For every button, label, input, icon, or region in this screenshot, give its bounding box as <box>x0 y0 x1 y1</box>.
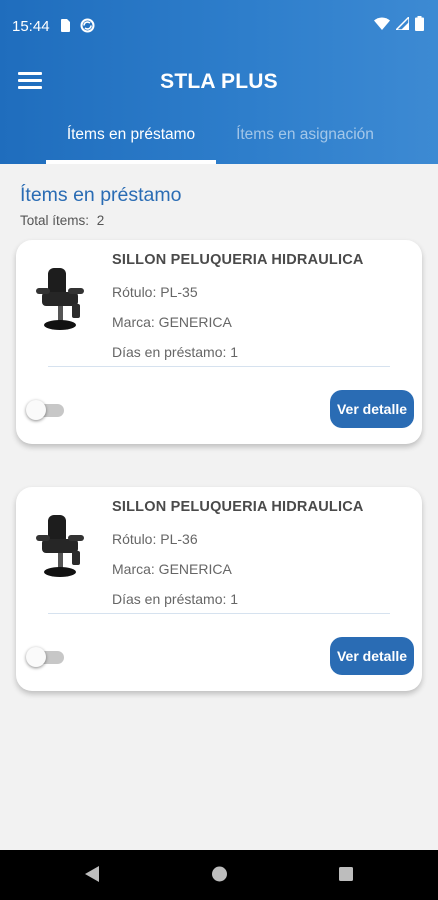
recents-icon[interactable] <box>338 865 354 883</box>
ver-detalle-button[interactable]: Ver detalle <box>330 637 414 675</box>
sim-card-icon <box>61 19 70 32</box>
ver-detalle-button[interactable]: Ver detalle <box>330 390 414 428</box>
tab-bar: Ítems en préstamo Ítems en asignación <box>0 118 438 164</box>
app-header: 15:44 STLA PLUS Ítems en préstamo Ítems … <box>0 0 438 164</box>
item-dias-prestamo: Días en préstamo: 1 <box>112 344 239 360</box>
total-items: Total ítems: 2 <box>20 213 104 228</box>
battery-icon <box>415 16 424 31</box>
card-divider <box>48 366 390 367</box>
item-marca: Marca: GENERICA <box>112 561 232 577</box>
home-icon[interactable] <box>211 865 228 883</box>
navigation-bar <box>0 850 438 900</box>
item-dias-prestamo: Días en préstamo: 1 <box>112 591 239 607</box>
item-card: SILLON PELUQUERIA HIDRAULICA Rótulo: PL-… <box>16 487 422 691</box>
barber-chair-image <box>36 268 84 330</box>
tab-items-prestamo[interactable]: Ítems en préstamo <box>46 126 216 144</box>
item-name: SILLON PELUQUERIA HIDRAULICA <box>112 252 364 268</box>
item-card: SILLON PELUQUERIA HIDRAULICA Rótulo: PL-… <box>16 240 422 444</box>
item-marca: Marca: GENERICA <box>112 314 232 330</box>
total-items-label: Total ítems: <box>20 213 90 228</box>
status-time: 15:44 <box>12 18 50 35</box>
sync-icon <box>80 18 95 33</box>
back-icon[interactable] <box>84 865 100 883</box>
signal-icon <box>396 17 409 30</box>
tab-items-asignacion[interactable]: Ítems en asignación <box>222 126 388 144</box>
tab-indicator <box>46 160 216 164</box>
item-rotulo: Rótulo: PL-36 <box>112 531 198 547</box>
wifi-icon <box>374 17 390 30</box>
item-toggle[interactable] <box>26 400 66 420</box>
page-title: Ítems en préstamo <box>20 184 182 206</box>
status-bar: 15:44 <box>0 0 438 54</box>
card-divider <box>48 613 390 614</box>
barber-chair-image <box>36 515 84 577</box>
item-toggle[interactable] <box>26 647 66 667</box>
total-items-value: 2 <box>96 213 105 228</box>
item-rotulo: Rótulo: PL-35 <box>112 284 198 300</box>
item-name: SILLON PELUQUERIA HIDRAULICA <box>112 499 364 515</box>
app-title: STLA PLUS <box>160 70 278 93</box>
